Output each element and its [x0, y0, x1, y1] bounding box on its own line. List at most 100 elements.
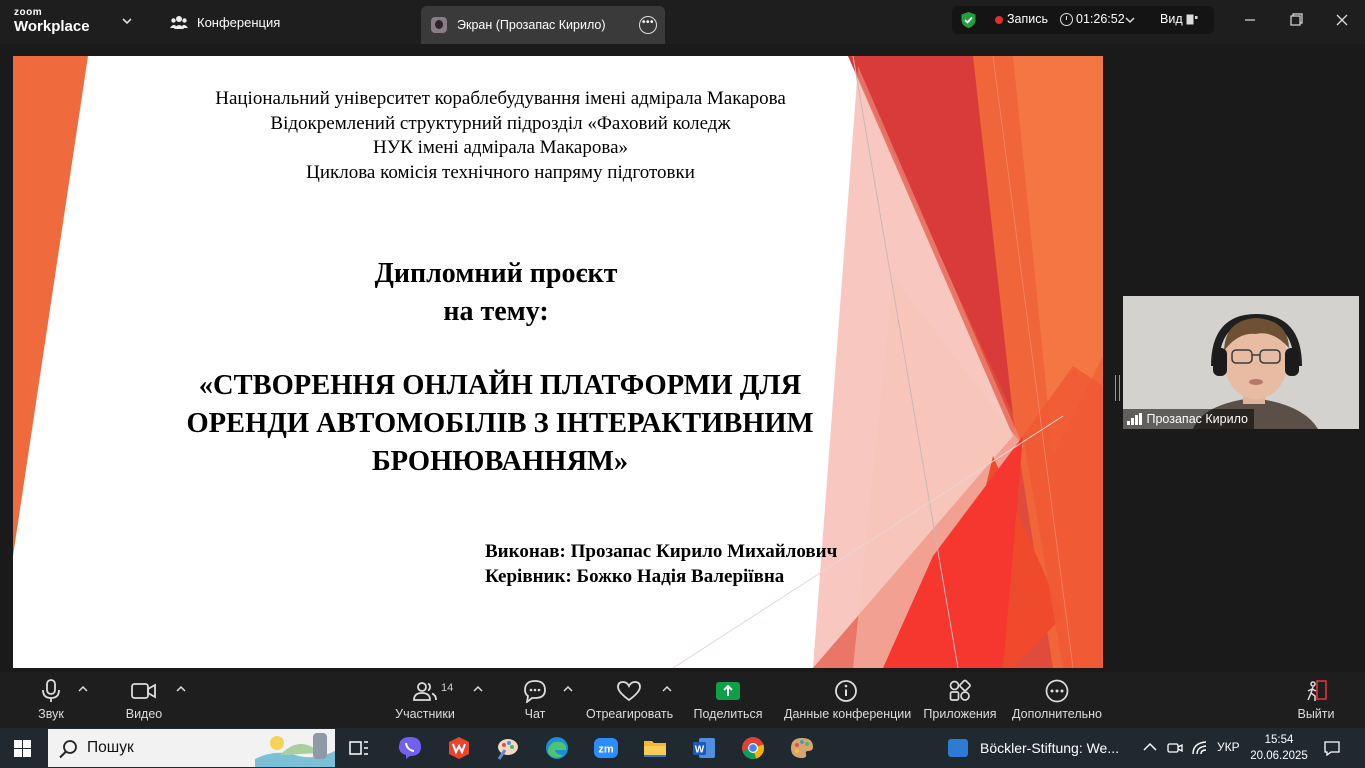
more-options-icon[interactable]: •••	[639, 16, 657, 34]
apps-label: Приложения	[923, 707, 997, 721]
react-options-caret-icon[interactable]	[661, 684, 673, 694]
zoom-workplace-logo[interactable]: zoom Workplace	[14, 7, 90, 35]
share-label: Поделиться	[693, 707, 763, 721]
chevron-up-icon[interactable]	[1141, 739, 1159, 757]
window-close-button[interactable]	[1319, 0, 1365, 40]
clock-time: 15:54	[1264, 734, 1294, 746]
view-button[interactable]: Вид	[1160, 12, 1183, 26]
sharer-avatar	[431, 17, 447, 33]
taskbar-clock[interactable]: 15:54 20.06.2025	[1246, 732, 1312, 764]
news-widget-icon	[948, 739, 968, 757]
react-label: Отреагировать	[586, 707, 674, 721]
video-options-caret-icon[interactable]	[175, 684, 187, 694]
chat-button[interactable]: Чат	[516, 672, 554, 728]
windows-start-icon[interactable]	[14, 740, 31, 757]
institution-line: Циклова комісія технічного напряму підго…	[306, 161, 695, 183]
zoom-app-icon[interactable]: zm	[592, 734, 620, 762]
zoom-top-bar: zoom Workplace Конференция Экран (Прозап…	[0, 0, 1365, 44]
leave-exit-icon	[1307, 680, 1327, 701]
notifications-icon[interactable]	[1323, 739, 1341, 757]
more-button[interactable]: Дополнительно	[1012, 672, 1102, 728]
svg-text:W: W	[695, 745, 705, 756]
clock-icon	[1060, 13, 1073, 26]
search-highlight-image	[255, 729, 335, 767]
chat-options-caret-icon[interactable]	[562, 684, 574, 694]
meet-now-icon[interactable]	[1166, 739, 1184, 757]
meeting-status-panel: Запись 01:26:52 Вид	[952, 6, 1214, 34]
audio-button[interactable]: Звук	[28, 672, 74, 728]
window-restore-button[interactable]	[1273, 0, 1319, 40]
input-language-indicator[interactable]: УКР	[1217, 740, 1240, 754]
participants-group-icon	[170, 16, 188, 29]
connection-signal-icon	[1127, 413, 1142, 425]
search-placeholder: Пошук	[87, 739, 134, 756]
leave-label: Выйти	[1297, 707, 1335, 721]
more-label: Дополнительно	[1012, 707, 1102, 721]
chevron-down-icon[interactable]	[120, 14, 134, 28]
chevron-down-icon[interactable]	[1124, 14, 1136, 26]
chrome-icon[interactable]	[739, 734, 767, 762]
encryption-shield-icon[interactable]	[960, 11, 977, 29]
react-button[interactable]: Отреагировать	[586, 672, 674, 728]
participants-button[interactable]: Участники	[394, 672, 456, 728]
share-arrow-icon	[716, 682, 740, 700]
tab-conference[interactable]: Конференция	[170, 0, 280, 44]
logo-workplace-text: Workplace	[14, 18, 90, 35]
windows-taskbar: Пошук zm W Böckler-Stiftung: We... УКР 1…	[0, 728, 1365, 768]
share-screen-button[interactable]: Поделиться	[692, 672, 764, 728]
panel-resize-handle[interactable]	[1115, 375, 1120, 401]
clock-date: 20.06.2025	[1250, 750, 1308, 762]
chat-label: Чат	[524, 707, 546, 721]
author-line: Виконав: Прозапас Кирило Михайлович	[485, 541, 838, 562]
paint-palette-icon[interactable]	[788, 734, 816, 762]
conference-info-button[interactable]: Данные конференции	[784, 672, 912, 728]
participant-name-tag: Прозапас Кирило	[1123, 409, 1254, 429]
logo-zoom-text: zoom	[14, 7, 43, 18]
audio-options-caret-icon[interactable]	[77, 684, 89, 694]
meeting-timer: 01:26:52	[1076, 12, 1125, 26]
authors-block: Виконав: Прозапас Кирило Михайлович Кері…	[485, 539, 837, 589]
edge-icon[interactable]	[543, 734, 571, 762]
notification-text: Böckler-Stiftung: We...	[980, 740, 1120, 756]
leave-meeting-button[interactable]: Выйти	[1296, 672, 1336, 728]
audio-label: Звук	[38, 707, 64, 721]
recording-label[interactable]: Запись	[1007, 12, 1048, 26]
participants-icon	[413, 682, 437, 701]
info-icon	[835, 680, 857, 702]
diploma-line: на тему:	[443, 296, 549, 327]
viber-icon[interactable]	[396, 734, 424, 762]
institution-line: НУК імені адмірала Макарова»	[372, 137, 629, 158]
window-minimize-button[interactable]	[1227, 0, 1273, 40]
project-title-line: БРОНЮВАННЯМ»	[371, 446, 629, 477]
institution-header: Національний університет кораблебудуванн…	[13, 87, 988, 185]
chat-bubble-icon	[524, 680, 546, 703]
participants-options-caret-icon[interactable]	[472, 684, 484, 694]
institution-line: Відокремлений структурний підрозділ «Фах…	[270, 112, 731, 134]
meeting-controls-toolbar: Звук Видео Участники 14 Чат Отреагироват…	[0, 672, 1365, 728]
search-icon	[59, 740, 77, 759]
tab-screen-share[interactable]: Экран (Прозапас Кирило) •••	[421, 6, 665, 44]
task-view-icon[interactable]	[345, 734, 373, 762]
view-layout-icon[interactable]	[1186, 14, 1198, 25]
wps-office-icon[interactable]	[445, 734, 473, 762]
conference-info-label: Данные конференции	[784, 707, 912, 721]
paint-icon[interactable]	[494, 734, 522, 762]
supervisor-line: Керівник: Божко Надія Валеріївна	[485, 566, 785, 587]
participants-label: Участники	[395, 707, 455, 721]
wifi-icon[interactable]	[1191, 739, 1209, 757]
taskbar-notification-widget[interactable]: Böckler-Stiftung: We...	[948, 736, 1119, 760]
word-icon[interactable]: W	[690, 734, 718, 762]
svg-text:zm: zm	[598, 744, 614, 756]
participant-name: Прозапас Кирило	[1146, 412, 1248, 426]
video-button[interactable]: Видео	[120, 672, 168, 728]
tab-screen-label: Экран (Прозапас Кирило)	[457, 18, 606, 32]
apps-button[interactable]: Приложения	[922, 672, 998, 728]
file-explorer-icon[interactable]	[641, 734, 669, 762]
taskbar-search-box[interactable]: Пошук	[48, 729, 335, 767]
tab-conference-label: Конференция	[197, 14, 281, 30]
recording-dot-icon	[995, 16, 1003, 24]
video-label: Видео	[125, 707, 163, 721]
participants-count-badge: 14	[441, 682, 454, 694]
participant-video-tile[interactable]: Прозапас Кирило	[1123, 296, 1359, 429]
presentation-slide: Національний університет кораблебудуванн…	[13, 56, 1103, 668]
